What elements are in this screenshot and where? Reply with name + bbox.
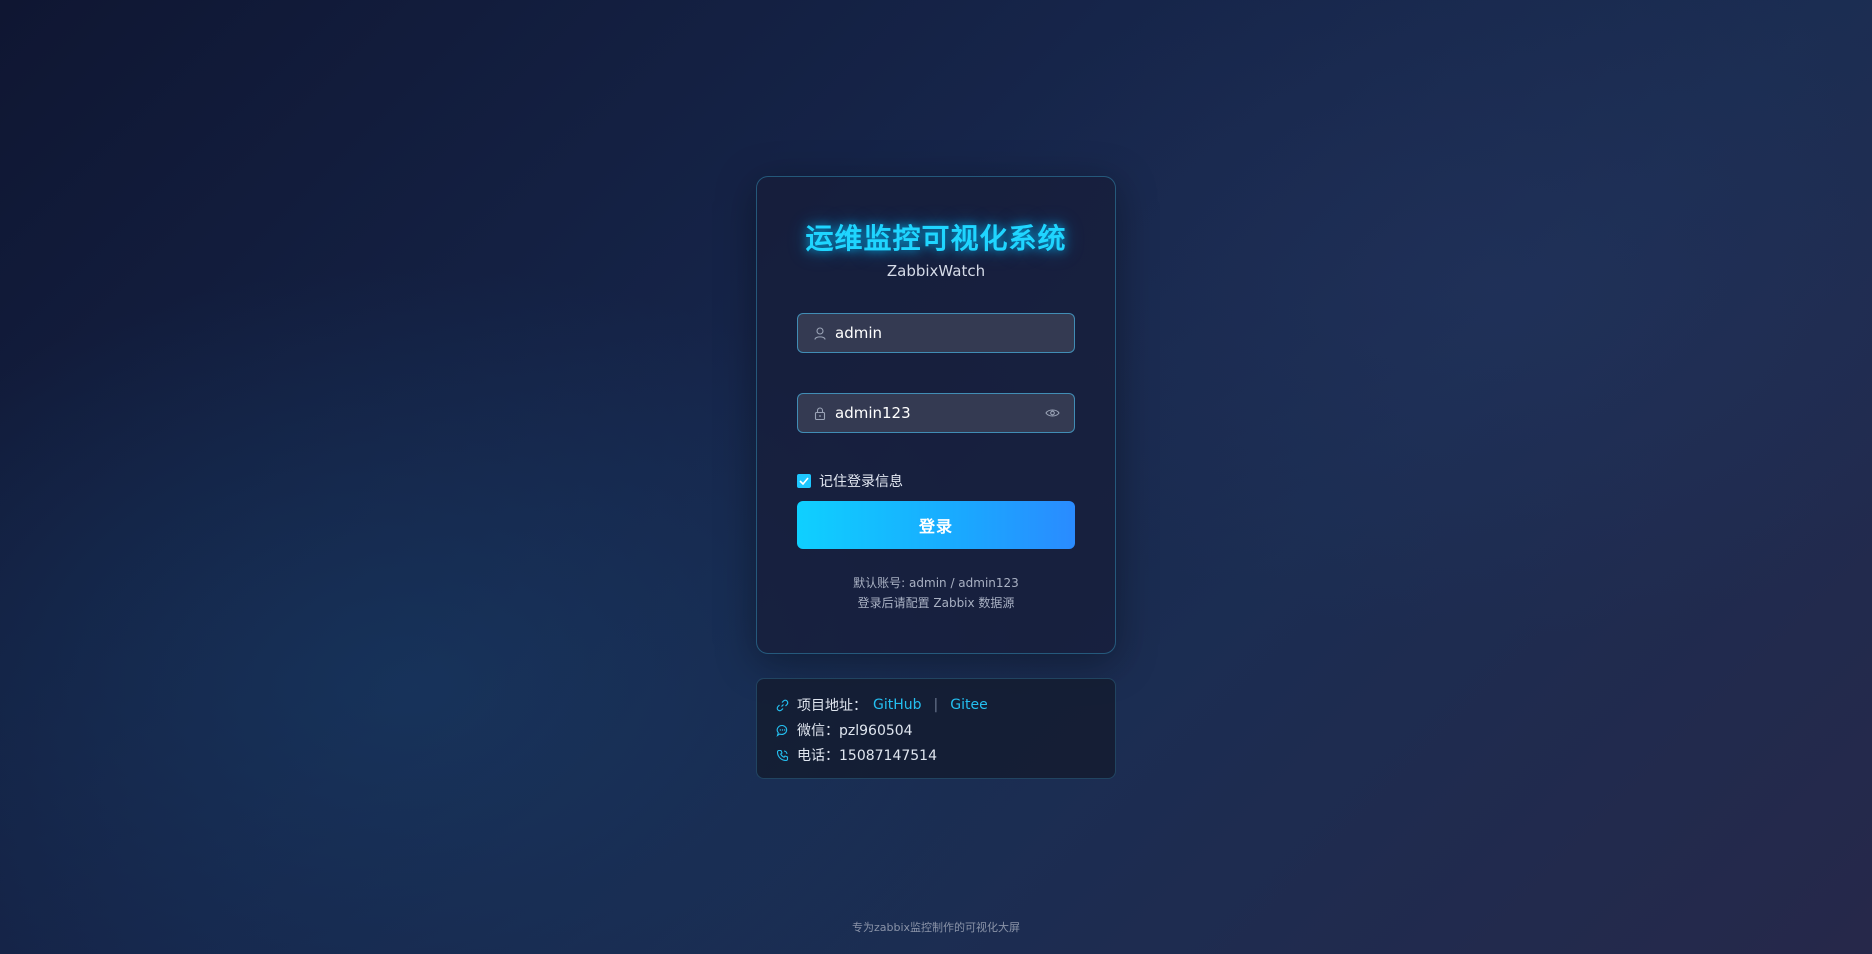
page-subtitle: ZabbixWatch <box>886 262 986 280</box>
login-card: 运维监控可视化系统 ZabbixWatch admin admin123 记住登… <box>756 176 1116 654</box>
chat-icon <box>775 723 789 737</box>
password-field[interactable] <box>797 393 1075 433</box>
wechat-text: 微信：pzl960504 <box>797 723 913 739</box>
password-input[interactable] <box>835 394 1044 432</box>
link-icon <box>775 698 789 712</box>
default-account-hint: 默认账号: admin / admin123 <box>853 576 1019 590</box>
phone-icon <box>775 748 789 762</box>
page-title: 运维监控可视化系统 <box>805 222 1067 255</box>
project-info-card: 项目地址： GitHub | Gitee 微信：pzl960504 电话：150… <box>756 678 1116 779</box>
phone-text: 电话：15087147514 <box>797 748 937 764</box>
user-icon <box>813 326 827 340</box>
username-input[interactable] <box>835 314 1074 352</box>
phone-row: 电话：15087147514 <box>775 745 937 765</box>
project-label: 项目地址： <box>797 698 867 714</box>
remember-label: 记住登录信息 <box>819 474 903 490</box>
link-separator: | <box>933 697 939 713</box>
wechat-row: 微信：pzl960504 <box>775 720 913 740</box>
login-button[interactable]: 登录 <box>797 501 1075 549</box>
eye-icon[interactable] <box>1044 405 1060 421</box>
project-address-row: 项目地址： GitHub | Gitee <box>775 695 988 715</box>
username-field[interactable] <box>797 313 1075 353</box>
github-link[interactable]: GitHub <box>873 697 922 713</box>
gitee-link[interactable]: Gitee <box>950 697 987 713</box>
remember-checkbox[interactable]: 记住登录信息 <box>797 471 903 491</box>
checkbox-checked-icon[interactable] <box>797 474 811 488</box>
config-hint: 登录后请配置 Zabbix 数据源 <box>857 596 1015 610</box>
footer-text: 专为zabbix监控制作的可视化大屏 <box>851 921 1021 934</box>
lock-icon <box>813 406 827 420</box>
